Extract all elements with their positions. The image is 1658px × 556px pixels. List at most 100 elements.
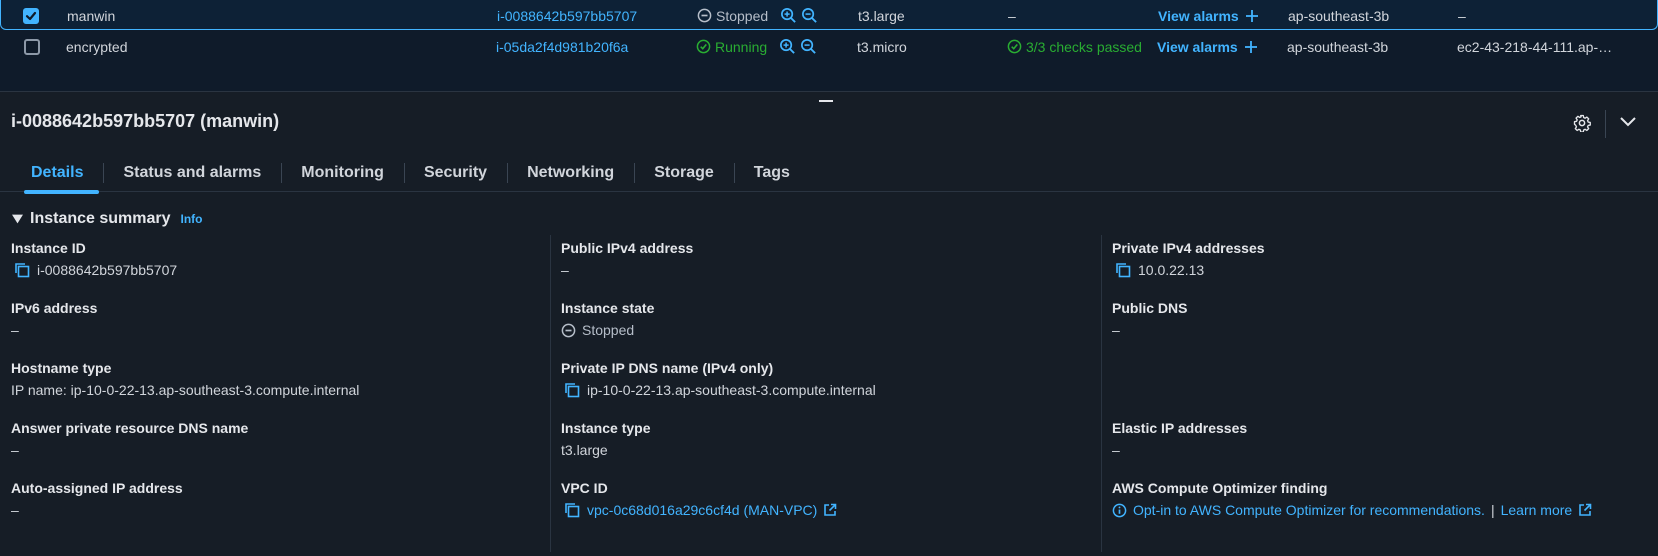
field-compute-optimizer: AWS Compute Optimizer finding Opt-in to …	[1112, 480, 1592, 520]
instance-name: manwin	[67, 7, 116, 24]
resize-handle[interactable]	[819, 100, 833, 102]
plus-icon[interactable]	[1245, 9, 1259, 23]
field-label: Public DNS	[1112, 300, 1188, 316]
tab-networking[interactable]: Networking	[507, 154, 634, 192]
field-value: Stopped	[582, 322, 635, 338]
availability-zone: ap-southeast-3b	[1287, 38, 1389, 55]
info-link[interactable]: Info	[181, 212, 203, 226]
field-label: Instance type	[561, 420, 651, 436]
field-label: IPv6 address	[11, 300, 98, 316]
stopped-icon	[697, 8, 712, 23]
summary-column-3: Private IPv4 addresses 10.0.22.13 Public…	[1101, 235, 1658, 552]
public-dns: –	[1458, 7, 1466, 24]
panel-title: i-0088642b597bb5707 (manwin)	[11, 111, 280, 131]
field-label: Answer private resource DNS name	[11, 420, 249, 436]
field-value: 10.0.22.13	[1138, 262, 1205, 278]
field-vpc-id: VPC ID vpc-0c68d016a29c6cf4d (MAN-VPC)	[561, 480, 837, 520]
field-ipv6-address: IPv6 address –	[11, 300, 97, 340]
instance-state: Stopped	[697, 0, 818, 31]
view-alarms-label[interactable]: View alarms	[1158, 8, 1239, 24]
summary-column-2: Public IPv4 address – Instance state Sto…	[550, 235, 1101, 552]
copy-icon[interactable]	[13, 261, 31, 279]
field-instance-id: Instance ID i-0088642b597bb5707	[11, 240, 177, 280]
settings-button[interactable]	[1573, 114, 1591, 135]
field-label: Private IPv4 addresses	[1112, 240, 1265, 256]
copy-icon[interactable]	[1114, 261, 1132, 279]
field-value-row: ip-10-0-22-13.ap-southeast-3.compute.int…	[561, 380, 876, 400]
status-checks: –	[1008, 7, 1016, 24]
view-alarms-label[interactable]: View alarms	[1157, 39, 1238, 55]
field-value: –	[11, 442, 19, 458]
field-label: VPC ID	[561, 480, 608, 496]
instance-name: encrypted	[66, 38, 128, 55]
field-private-ip-dns: Private IP DNS name (IPv4 only) ip-10-0-…	[561, 360, 876, 400]
instance-summary-toggle[interactable]: Instance summary Info	[12, 210, 203, 228]
field-public-ipv4: Public IPv4 address –	[561, 240, 693, 280]
field-value-row: 10.0.22.13	[1112, 260, 1265, 280]
tab-status-and-alarms[interactable]: Status and alarms	[103, 154, 281, 192]
table-row[interactable]: encrypted i-05da2f4d981b20f6a Running t3…	[0, 31, 1658, 62]
field-value: t3.large	[561, 442, 608, 458]
link-separator: |	[1490, 502, 1495, 518]
field-hostname-type: Hostname type IP name: ip-10-0-22-13.ap-…	[11, 360, 359, 400]
zoom-out-icon[interactable]	[800, 38, 817, 55]
field-label: Auto-assigned IP address	[11, 480, 183, 496]
field-instance-state: Instance state Stopped	[561, 300, 654, 340]
field-answer-private-dns: Answer private resource DNS name –	[11, 420, 248, 460]
field-value: –	[11, 502, 19, 518]
section-title: Instance summary	[30, 210, 171, 227]
gear-icon[interactable]	[1573, 114, 1591, 133]
field-value: –	[11, 322, 19, 338]
row-checkbox[interactable]	[23, 0, 39, 31]
copy-icon[interactable]	[563, 381, 581, 399]
stopped-icon	[561, 323, 576, 337]
learn-more-link[interactable]: Learn more	[1501, 502, 1573, 518]
chevron-down-icon[interactable]	[1619, 115, 1637, 129]
field-label: AWS Compute Optimizer finding	[1112, 480, 1328, 496]
field-value: –	[1112, 442, 1120, 458]
field-value: –	[561, 262, 569, 278]
compute-optimizer-link[interactable]: Opt-in to AWS Compute Optimizer for reco…	[1133, 502, 1485, 518]
checkbox-unchecked-icon[interactable]	[24, 38, 40, 55]
zoom-out-icon[interactable]	[801, 7, 818, 24]
field-label: Public IPv4 address	[561, 240, 694, 256]
table-row[interactable]: manwin i-0088642b597bb5707 Stopped t3.la…	[0, 0, 1658, 30]
plus-icon[interactable]	[1244, 40, 1258, 54]
instance-id-link[interactable]: i-05da2f4d981b20f6a	[496, 31, 628, 62]
details-tabs: Details Status and alarms Monitoring Sec…	[0, 154, 1658, 194]
field-elastic-ip: Elastic IP addresses –	[1112, 420, 1247, 460]
field-value: i-0088642b597bb5707	[37, 262, 178, 278]
field-value-row: Stopped	[561, 320, 654, 340]
collapse-panel-button[interactable]	[1619, 115, 1637, 132]
vpc-id-link[interactable]: vpc-0c68d016a29c6cf4d (MAN-VPC)	[587, 502, 817, 518]
field-value: ip-10-0-22-13.ap-southeast-3.compute.int…	[587, 382, 876, 398]
tab-monitoring[interactable]: Monitoring	[281, 154, 404, 192]
zoom-in-icon[interactable]	[780, 7, 797, 24]
external-link-icon[interactable]	[823, 503, 837, 517]
field-label: Instance ID	[11, 240, 86, 256]
status-checks: 3/3 checks passed	[1007, 31, 1158, 62]
state-label: Running	[715, 38, 768, 55]
external-link-icon[interactable]	[1578, 503, 1592, 517]
checkbox-checked-icon[interactable]	[23, 7, 39, 24]
field-value-row: Opt-in to AWS Compute Optimizer for reco…	[1112, 500, 1592, 520]
details-panel: i-0088642b597bb5707 (manwin) Details Sta…	[0, 91, 1658, 556]
view-alarms-link[interactable]: View alarms	[1158, 0, 1259, 31]
tab-storage[interactable]: Storage	[634, 154, 734, 192]
field-value-row: i-0088642b597bb5707	[11, 260, 177, 280]
field-value: IP name: ip-10-0-22-13.ap-southeast-3.co…	[11, 382, 360, 398]
tab-details[interactable]: Details	[12, 154, 103, 194]
zoom-in-icon[interactable]	[779, 38, 796, 55]
field-label: Hostname type	[11, 360, 112, 376]
tab-tags[interactable]: Tags	[733, 154, 810, 192]
view-alarms-link[interactable]: View alarms	[1157, 31, 1258, 62]
running-icon	[696, 39, 711, 54]
instance-id-link[interactable]: i-0088642b597bb5707	[497, 0, 637, 31]
field-label: Elastic IP addresses	[1112, 420, 1248, 436]
field-public-dns: Public DNS –	[1112, 300, 1187, 340]
caret-down-icon[interactable]	[12, 214, 23, 224]
field-private-ipv4: Private IPv4 addresses 10.0.22.13	[1112, 240, 1265, 280]
tab-security[interactable]: Security	[403, 154, 507, 192]
row-checkbox[interactable]	[24, 31, 40, 62]
copy-icon[interactable]	[563, 501, 581, 519]
